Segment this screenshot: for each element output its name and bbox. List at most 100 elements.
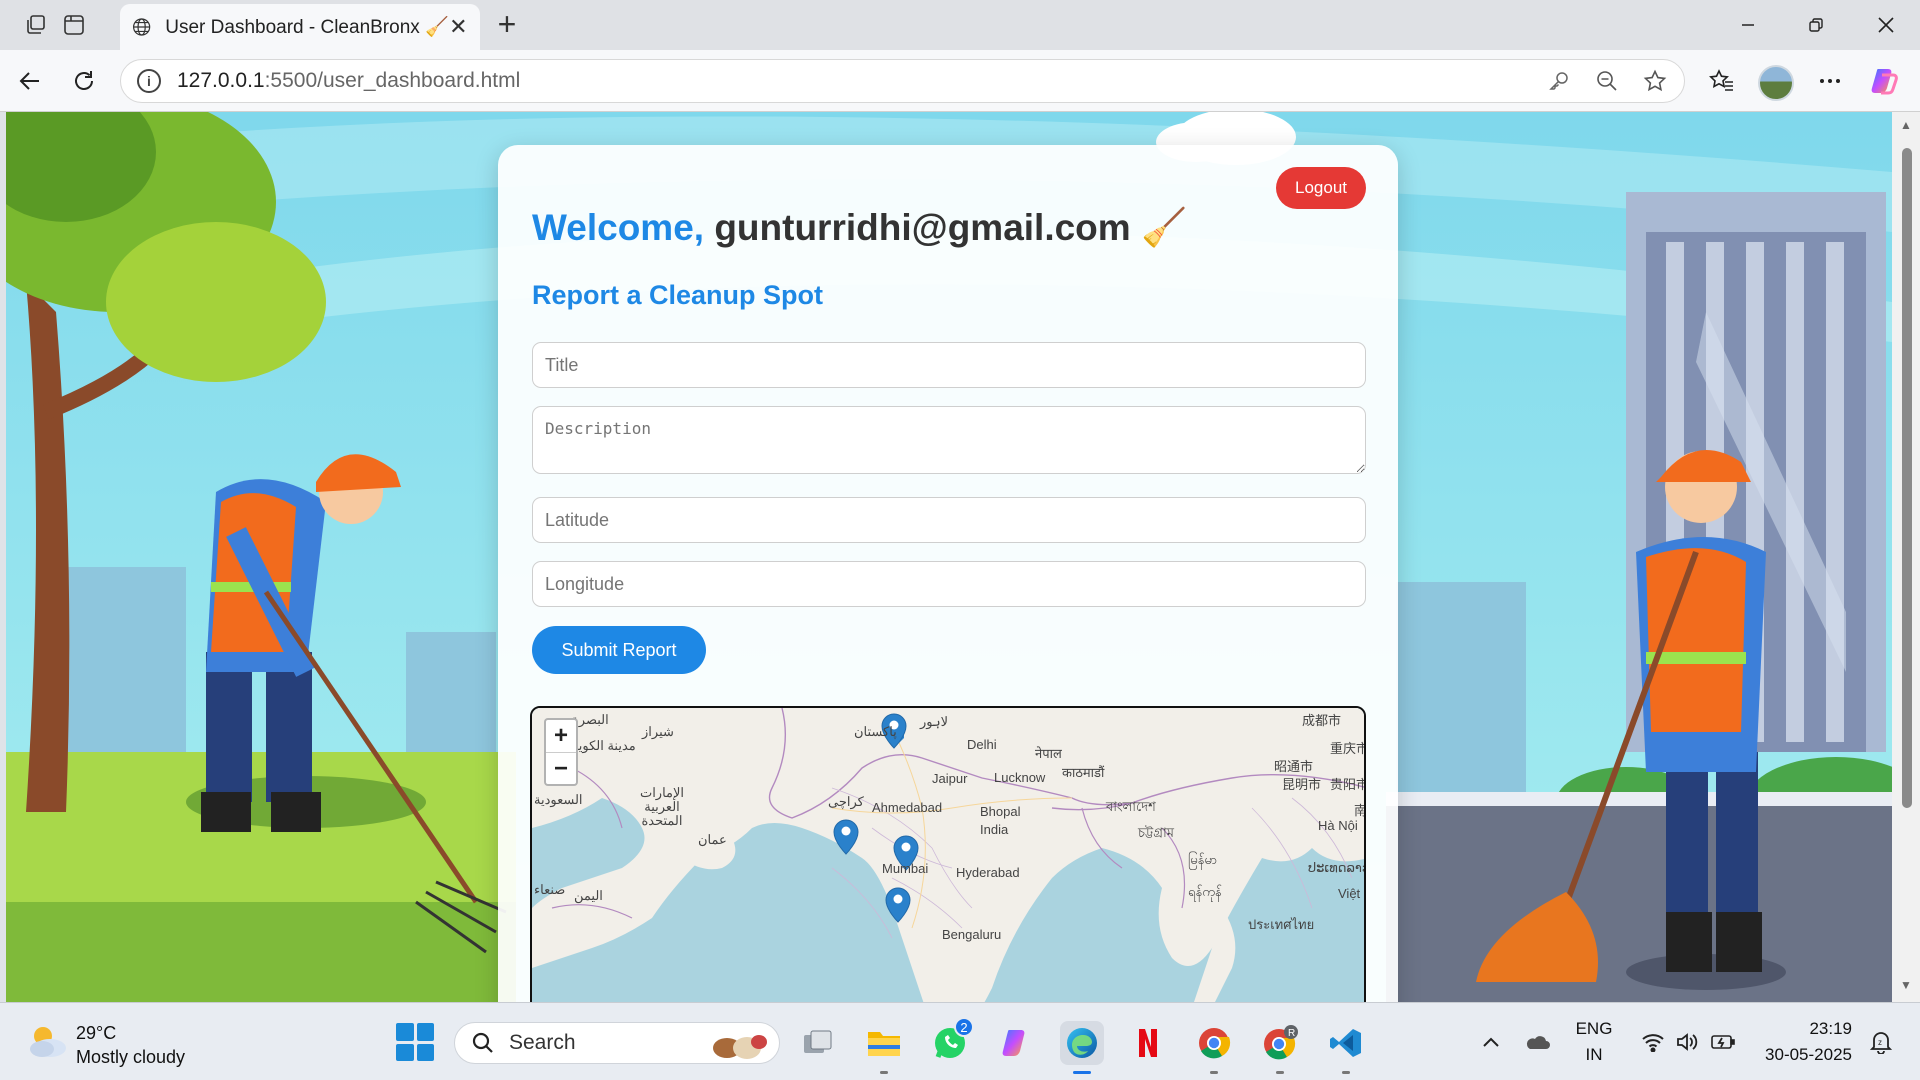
reload-icon[interactable]	[68, 65, 100, 97]
windows-taskbar: 29°C Mostly cloudy Search 2 R ENG IN 23:…	[0, 1002, 1920, 1080]
latitude-input[interactable]	[532, 497, 1366, 543]
favorites-icon[interactable]	[1706, 65, 1738, 97]
url-path: :5500/user_dashboard.html	[264, 69, 521, 92]
map-label-delhi: Delhi	[967, 737, 997, 752]
tab-title: User Dashboard - CleanBronx 🧹	[165, 17, 449, 38]
site-info-icon[interactable]: i	[137, 69, 161, 93]
page-viewport: Logout Welcome, gunturridhi@gmail.com 🧹 …	[6, 112, 1892, 1002]
map-label-nepal: नेपाल	[1035, 746, 1062, 761]
clock-time[interactable]: 23:19	[1752, 1019, 1852, 1039]
map-label-guiyang: 贵阳市	[1330, 777, 1366, 792]
profile-avatar[interactable]	[1758, 65, 1794, 101]
map-label-kathmandu: काठमाडौं	[1062, 765, 1105, 780]
search-label: Search	[509, 1031, 576, 1054]
user-email: gunturridhi@gmail.com	[714, 207, 1131, 248]
taskbar-search-box[interactable]: Search	[454, 1022, 780, 1064]
map-label-chittagong: চট্টগ্রাম	[1138, 825, 1174, 840]
map-label-zhaotong: 昭通市	[1274, 759, 1314, 774]
map-label-laos: ປະເທດລາວ	[1308, 860, 1366, 875]
weather-temperature[interactable]: 29°C	[76, 1023, 116, 1044]
battery-charging-icon[interactable]	[1710, 1029, 1736, 1055]
scroll-up-icon[interactable]: ▲	[1900, 118, 1912, 132]
notification-bell-icon[interactable]: z	[1868, 1029, 1894, 1055]
address-bar[interactable]: i 127.0.0.1:5500/user_dashboard.html	[120, 59, 1685, 103]
task-view-icon[interactable]	[796, 1021, 840, 1065]
map-label-thailand: ประเทศไทย	[1248, 917, 1315, 932]
clock-date[interactable]: 30-05-2025	[1752, 1045, 1852, 1065]
weather-cloudy-icon[interactable]	[26, 1021, 68, 1061]
map-label-jaipur: Jaipur	[932, 771, 968, 786]
browser-tab-active[interactable]: User Dashboard - CleanBronx 🧹 ✕	[120, 4, 480, 50]
restore-icon[interactable]	[1796, 10, 1836, 40]
description-textarea[interactable]	[532, 406, 1366, 474]
close-tab-icon[interactable]: ✕	[449, 14, 468, 40]
onedrive-cloud-icon[interactable]	[1524, 1029, 1550, 1055]
close-window-icon[interactable]	[1866, 10, 1906, 40]
map-label-oman: عمان	[698, 832, 727, 847]
chrome-profile-icon[interactable]: R	[1258, 1021, 1302, 1074]
search-icon	[472, 1032, 493, 1053]
copilot-icon[interactable]	[1868, 65, 1900, 97]
url-text[interactable]: 127.0.0.1:5500/user_dashboard.html	[177, 69, 1524, 93]
longitude-input[interactable]	[532, 561, 1366, 607]
map-label-ahmedabad: Ahmedabad	[872, 800, 943, 815]
zoom-out-button[interactable]: −	[546, 752, 576, 784]
windows-start-icon[interactable]	[396, 1023, 434, 1061]
more-options-icon[interactable]	[1814, 65, 1846, 97]
whatsapp-icon[interactable]: 2	[928, 1017, 974, 1065]
welcome-prefix: Welcome,	[532, 207, 705, 248]
map-label-bhopal: Bhopal	[980, 804, 1021, 819]
map-label-pakistan: پاکستان	[854, 724, 897, 739]
scroll-down-icon[interactable]: ▼	[1900, 978, 1912, 992]
section-title: Report a Cleanup Spot	[532, 280, 824, 310]
map-label-shiraz: شیراز	[642, 724, 674, 739]
chrome-icon[interactable]	[1192, 1021, 1236, 1074]
whatsapp-unread-badge: 2	[954, 1017, 974, 1037]
language-region[interactable]: IN	[1574, 1045, 1614, 1065]
show-hidden-icons-chevron-icon[interactable]	[1478, 1029, 1504, 1055]
scrollbar-thumb[interactable]	[1902, 148, 1912, 808]
new-tab-button[interactable]: +	[492, 8, 522, 40]
back-icon[interactable]	[14, 65, 46, 97]
language-code[interactable]: ENG	[1574, 1019, 1614, 1039]
zoom-out-icon[interactable]	[1594, 68, 1620, 94]
minimize-icon[interactable]	[1728, 10, 1768, 40]
logout-button[interactable]: Logout	[1276, 167, 1366, 209]
map-label-yangon: ရန်ကုန်	[1188, 884, 1222, 899]
map-zoom-control: + −	[544, 718, 578, 786]
workspaces-icon[interactable]	[22, 11, 50, 39]
submit-report-button[interactable]: Submit Report	[532, 626, 706, 674]
netflix-icon[interactable]	[1126, 1021, 1170, 1065]
edge-browser-icon[interactable]	[1060, 1021, 1104, 1074]
tab-actions-icon[interactable]	[60, 11, 88, 39]
favorite-star-icon[interactable]	[1642, 68, 1668, 94]
map-label-chongqing: 重庆市	[1330, 741, 1366, 756]
report-map[interactable]: + − Delhi Jaipur Lucknow Ahmedabad Bhopa…	[530, 706, 1366, 1002]
dashboard-card: Logout Welcome, gunturridhi@gmail.com 🧹 …	[498, 145, 1398, 1002]
zoom-in-button[interactable]: +	[546, 720, 576, 752]
map-label-yemen: اليمن	[574, 888, 603, 903]
map-tiles[interactable]	[532, 708, 1366, 1002]
svg-text:R: R	[1288, 1028, 1295, 1039]
key-icon[interactable]	[1546, 68, 1572, 94]
running-indicator	[880, 1071, 888, 1074]
browser-toolbar: i 127.0.0.1:5500/user_dashboard.html	[0, 50, 1920, 112]
browser-title-bar: User Dashboard - CleanBronx 🧹 ✕ +	[0, 0, 1920, 50]
weather-description[interactable]: Mostly cloudy	[76, 1047, 185, 1068]
vscode-icon[interactable]	[1324, 1021, 1368, 1074]
map-label-chengdu: 成都市	[1302, 713, 1342, 728]
map-label-lucknow: Lucknow	[994, 770, 1046, 785]
map-label-saudi: السعودية	[534, 792, 583, 807]
file-explorer-icon[interactable]	[862, 1021, 906, 1074]
map-label-mumbai: Mumbai	[882, 861, 929, 876]
map-label-sanaa: صنعاء	[534, 882, 566, 897]
copilot-app-icon[interactable]	[994, 1021, 1038, 1065]
running-indicator	[1210, 1071, 1218, 1074]
title-input[interactable]	[532, 342, 1366, 388]
map-label-myanmar: မြန်မာ	[1188, 852, 1218, 867]
page-scrollbar[interactable]: ▲ ▼	[1892, 112, 1920, 1002]
globe-icon	[133, 18, 151, 36]
welcome-heading: Welcome, gunturridhi@gmail.com 🧹	[532, 207, 1187, 250]
volume-icon[interactable]	[1674, 1029, 1700, 1055]
wifi-icon[interactable]	[1640, 1029, 1666, 1055]
